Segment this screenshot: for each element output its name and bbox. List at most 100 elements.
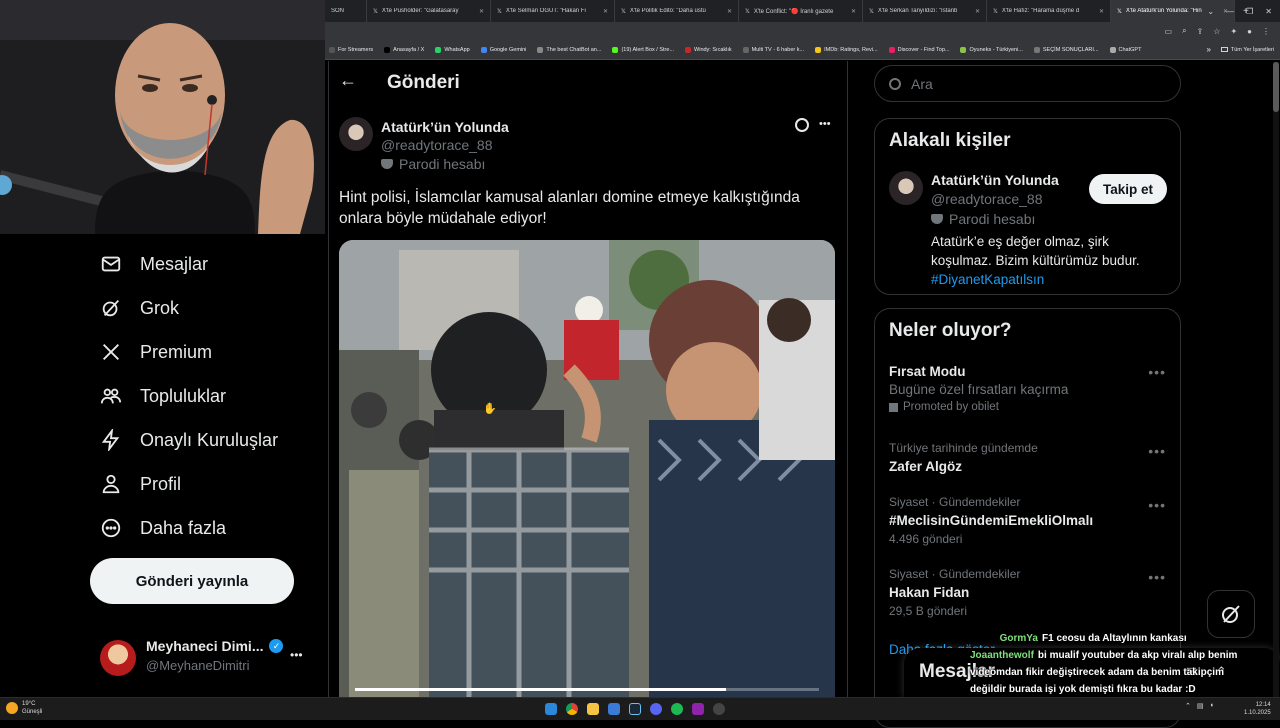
grok-explain-icon[interactable]	[795, 118, 809, 132]
trend-more-button[interactable]: •••	[1148, 443, 1166, 459]
account-switcher[interactable]: Meyhaneci Dimi... ✓ @MeyhaneDimitri •••	[100, 636, 320, 680]
weather-widget[interactable]: 19°C Güneşli	[6, 700, 42, 716]
trend-more-button[interactable]: •••	[1148, 364, 1166, 380]
zoom-icon[interactable]: ⌕	[1182, 26, 1186, 36]
bookmark-item[interactable]: Discover - Find Top...	[888, 46, 949, 53]
close-window-button[interactable]: ✕	[1265, 7, 1272, 16]
bio-hashtag-link[interactable]: #DiyanetKapatılsın	[931, 270, 1171, 289]
bookmark-item[interactable]: WhatsApp	[435, 46, 470, 53]
browser-tab[interactable]: 𝕏 X'te Politik Editö: "Daha üstü ✕	[615, 0, 739, 22]
scrollbar-thumb[interactable]	[1273, 62, 1279, 112]
related-person-name[interactable]: Atatürk’ün Yolunda	[931, 172, 1059, 188]
share-icon[interactable]: ⇪	[1197, 27, 1204, 36]
related-person-handle[interactable]: @readytorace_88	[931, 191, 1043, 207]
trend-item[interactable]: Siyaset · Gündemdekiler #MeclisinGündemi…	[889, 495, 1169, 546]
chrome-icon[interactable]	[566, 703, 578, 715]
account-more-button[interactable]: •••	[290, 648, 303, 662]
browser-tab[interactable]: 𝕏 X'te Pusholder: "Galatasaray ✕	[367, 0, 491, 22]
bookmark-item[interactable]: Multi TV - 6 haber k...	[742, 46, 804, 53]
related-person-avatar[interactable]	[889, 171, 923, 205]
sidebar-item-label: Premium	[140, 341, 213, 362]
bookmark-item[interactable]: IMDb: Ratings, Revi...	[815, 46, 878, 53]
bookmark-item[interactable]: Windy: Sıcaklık	[685, 46, 732, 53]
post-author-avatar[interactable]	[339, 117, 373, 151]
bookmark-item[interactable]: (19) Alert Box / Stre...	[612, 46, 674, 53]
page-title: Gönderi	[387, 72, 460, 93]
maximize-button[interactable]: ❐	[1246, 7, 1253, 16]
trend-item[interactable]: Fırsat Modu Bugüne özel fırsatları kaçır…	[889, 364, 1169, 413]
browser-tab[interactable]: 𝕏 X'te Hafız: "Harama düşme d ✕	[987, 0, 1111, 22]
post-author-handle[interactable]: @readytorace_88	[381, 137, 493, 153]
trend-more-button[interactable]: •••	[1148, 497, 1166, 513]
follow-button[interactable]: Takip et	[1089, 174, 1167, 204]
bookmark-favicon-icon	[480, 46, 487, 53]
steam-icon[interactable]	[629, 703, 641, 715]
close-tab-icon[interactable]: ✕	[975, 8, 980, 15]
bookmark-item[interactable]: ChatGPT	[1109, 46, 1141, 53]
volume-icon[interactable]: ◖	[1210, 702, 1214, 710]
post-button[interactable]: Gönderi yayınla	[90, 558, 294, 604]
system-tray[interactable]: ⌃ ▤ ◖	[1185, 702, 1214, 710]
sidebar-item-more[interactable]: Daha fazla	[100, 517, 226, 539]
trend-more-button[interactable]: •••	[1148, 569, 1166, 585]
bookmark-item[interactable]: Anasayfa / X	[384, 46, 424, 53]
trend-meta: 4.496 gönderi	[889, 532, 963, 546]
bookmark-item[interactable]: Oyuneks - Türkiyeni...	[960, 46, 1023, 53]
tray-chevron-icon[interactable]: ⌃	[1185, 702, 1191, 710]
close-tab-icon[interactable]: ✕	[479, 8, 484, 15]
bookmark-favicon-icon	[384, 46, 391, 53]
sidebar-item-grok[interactable]: Grok	[100, 297, 179, 319]
bookmark-item[interactable]: Google Gemini	[480, 46, 526, 53]
post-author-name[interactable]: Atatürk’ün Yolunda	[381, 119, 509, 135]
close-tab-icon[interactable]: ✕	[1099, 8, 1104, 15]
browser-tab[interactable]: 𝕏 X'te Serkan Tanyıldızı: "İstanb ✕	[863, 0, 987, 22]
tab-label: X'te Hafız: "Harama düşme d	[1001, 8, 1080, 14]
kick-icon[interactable]	[692, 703, 704, 715]
close-tab-icon[interactable]: ✕	[603, 8, 608, 15]
page-scrollbar[interactable]	[1273, 62, 1279, 697]
minimize-button[interactable]: —	[1226, 7, 1234, 16]
app-icon[interactable]	[608, 703, 620, 715]
bookmark-item[interactable]: The best ChatBot an...	[537, 46, 601, 53]
back-arrow-icon[interactable]: ←	[339, 70, 357, 91]
bookmarks-more-button[interactable]: »	[1206, 45, 1210, 54]
profile-icon[interactable]: ●	[1247, 27, 1252, 36]
browser-tab[interactable]: 𝕏 X'te Selman ÖĞÜT: "Hakan Fi ✕	[491, 0, 615, 22]
sidebar-item-messages[interactable]: Mesajlar	[100, 253, 208, 275]
all-bookmarks-button[interactable]: Tüm Yer İşaretleri	[1220, 47, 1280, 53]
close-tab-icon[interactable]: ✕	[727, 8, 732, 15]
video-progress-track[interactable]	[355, 688, 819, 691]
sidebar-item-verified-orgs[interactable]: Onaylı Kuruluşlar	[100, 429, 278, 451]
post-more-button[interactable]: •••	[819, 118, 831, 130]
trend-item[interactable]: Türkiye tarihinde gündemde Zafer Algöz	[889, 441, 1169, 474]
cast-icon[interactable]: ▭	[1165, 27, 1173, 36]
sidebar-item-profile[interactable]: Profil	[100, 473, 181, 495]
start-menu-icon[interactable]	[545, 703, 557, 715]
spotify-icon[interactable]	[671, 703, 683, 715]
network-icon[interactable]: ▤	[1197, 702, 1204, 710]
post-video[interactable]	[339, 240, 835, 720]
browser-menu-icon[interactable]: ⋮	[1262, 27, 1270, 36]
extensions-icon[interactable]: ✦	[1230, 27, 1237, 36]
clock-date: 1.10.2025	[1244, 710, 1271, 716]
bookmark-star-icon[interactable]: ☆	[1213, 27, 1220, 36]
weather-temp: 19°C	[22, 701, 36, 707]
tab-search-icon[interactable]: ⌄	[1207, 7, 1214, 16]
browser-tab[interactable]: SON	[325, 0, 367, 22]
browser-tab[interactable]: 𝕏 X'te Conflict: "🔴 İranlı gazete ✕	[739, 0, 863, 22]
trend-item[interactable]: Siyaset · Gündemdekiler Hakan Fidan 29,5…	[889, 567, 1169, 618]
bookmark-favicon-icon	[329, 46, 335, 53]
discord-icon[interactable]	[650, 703, 662, 715]
obs-icon[interactable]	[713, 703, 725, 715]
bookmark-label: SEÇİM SONUÇLARI...	[1042, 46, 1099, 53]
file-explorer-icon[interactable]	[587, 703, 599, 715]
account-handle: @MeyhaneDimitri	[146, 658, 250, 673]
bookmark-item[interactable]: SEÇİM SONUÇLARI...	[1033, 46, 1099, 53]
sidebar-item-premium[interactable]: Premium	[100, 341, 212, 363]
close-tab-icon[interactable]: ✕	[851, 8, 856, 15]
clock[interactable]: 12:14 1.10.2025	[1244, 701, 1271, 717]
taskbar-apps	[545, 703, 725, 715]
bookmark-item[interactable]: For Streamers	[329, 46, 373, 53]
sidebar-item-communities[interactable]: Topluluklar	[100, 385, 226, 407]
search-input[interactable]: Ara	[874, 65, 1181, 102]
